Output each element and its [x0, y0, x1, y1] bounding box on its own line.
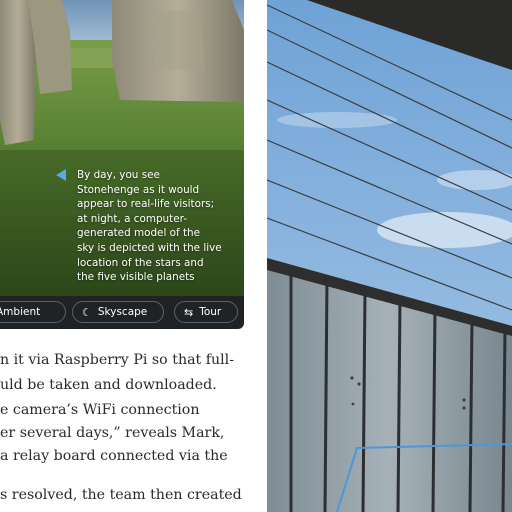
- caption-line: sky is depicted with the live: [77, 241, 222, 254]
- caption-line: location of the stars and: [77, 256, 204, 269]
- skyscape-button[interactable]: ☾ Skyscape: [72, 301, 164, 323]
- signpost-icon: ⇆: [184, 305, 194, 319]
- stonehenge-app-screenshot: By day, you see Stonehenge as it would a…: [0, 0, 244, 329]
- article-line: n it via Raspberry Pi so that full-: [0, 352, 235, 368]
- screenshot-caption: By day, you see Stonehenge as it would a…: [77, 168, 242, 285]
- view-mode-toolbar: Ambient ☾ Skyscape ⇆ Tour: [0, 296, 244, 329]
- caption-line: By day, you see: [77, 169, 160, 181]
- article-line: s resolved, the team then created: [0, 487, 242, 503]
- pergola-sky-photo: [267, 0, 512, 512]
- article-line: er several days,” reveals Mark,: [0, 425, 225, 441]
- ambient-button-label: Ambient: [0, 306, 41, 318]
- ambient-button[interactable]: Ambient: [0, 301, 66, 323]
- caption-line: at night, a computer-: [77, 212, 187, 225]
- skyscape-button-label: Skyscape: [97, 306, 148, 318]
- caption-line: appear to real-life visitors;: [77, 198, 215, 211]
- article-line: a relay board connected via the: [0, 448, 228, 464]
- moon-star-icon: ☾: [82, 305, 92, 319]
- tour-button[interactable]: ⇆ Tour: [174, 301, 238, 323]
- caption-pointer-icon: [56, 169, 66, 181]
- tour-button-label: Tour: [199, 306, 222, 318]
- caption-line: Stonehenge as it would: [77, 183, 200, 196]
- article-line: uld be taken and downloaded.: [0, 377, 217, 393]
- caption-line: the five visible planets: [77, 271, 195, 284]
- article-line: e camera’s WiFi connection: [0, 402, 200, 418]
- caption-line: generated model of the: [77, 227, 200, 240]
